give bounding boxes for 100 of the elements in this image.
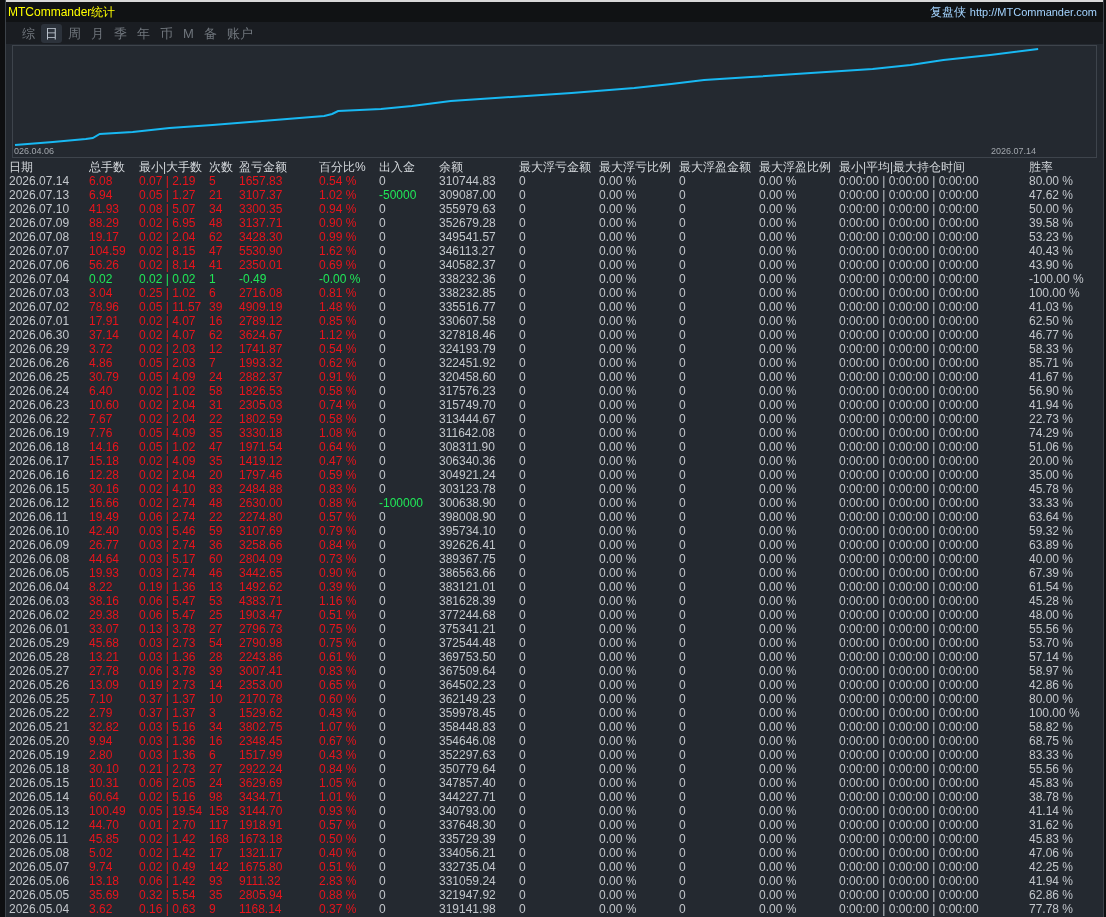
table-cell-text: 0 — [679, 874, 687, 888]
table-cell-text: 0 — [679, 314, 687, 328]
table-cell-text: 2026.06.19 — [9, 426, 71, 440]
tab[interactable]: 综 — [18, 23, 39, 43]
table-cell-text: 375341.21 — [439, 622, 497, 636]
table-cell-text: 0.00 % — [599, 454, 638, 468]
table-cell-text: 0 — [679, 440, 687, 454]
table-cell-text: 0:00:00 | 0:00:00 | 0:00:00 — [839, 272, 980, 286]
table-cell-text: 0:00:00 | 0:00:00 | 0:00:00 — [839, 202, 980, 216]
table-cell-text: 315749.70 — [439, 398, 497, 412]
table-cell-text: 33.33 % — [1029, 496, 1075, 510]
table-cell-text: 319141.98 — [439, 902, 497, 916]
table-cell-text: 16 — [209, 734, 224, 748]
table-cell-text: 0.00 % — [599, 608, 638, 622]
table-cell-text: 29.38 — [89, 608, 121, 622]
table-cell-text: -0.00 % — [319, 272, 362, 286]
table-cell-text: 0 — [519, 748, 527, 762]
tab[interactable]: 币 — [156, 23, 177, 43]
table-cell-text: 0 — [379, 524, 387, 538]
table-cell-text: 2026.06.25 — [9, 370, 71, 384]
website-link[interactable]: http://MTCommander.com — [969, 6, 1097, 18]
table-cell-text: 3330.18 — [239, 426, 284, 440]
tab[interactable]: 季 — [110, 23, 131, 43]
table-cell-text: 33.07 — [89, 622, 121, 636]
table-cell-text: 0:00:00 | 0:00:00 | 0:00:00 — [839, 706, 980, 720]
table-cell-text: 2.80 — [89, 748, 114, 762]
table-cell-text: 340582.37 — [439, 258, 497, 272]
table-cell-text: 39.58 % — [1029, 216, 1075, 230]
table-cell-text: 358448.83 — [439, 720, 497, 734]
table-cell-text: 0 — [519, 216, 527, 230]
table-cell-text: 0:00:00 | 0:00:00 | 0:00:00 — [839, 314, 980, 328]
table-cell-text: 0.00 % — [599, 216, 638, 230]
table-cell-text: 61.54 % — [1029, 580, 1075, 594]
table-cell-text: 47.62 % — [1029, 188, 1075, 202]
table-cell-text: 0 — [519, 888, 527, 902]
table-cell-text: 0:00:00 | 0:00:00 | 0:00:00 — [839, 286, 980, 300]
table-cell-text: 0.00 % — [599, 258, 638, 272]
table-cell-text: 10 — [209, 692, 224, 706]
table-cell-text: 0.00 % — [759, 398, 798, 412]
table-cell-text: 9111.32 — [239, 874, 282, 888]
table-cell-text: 0:00:00 | 0:00:00 | 0:00:00 — [839, 552, 980, 566]
table-cell-text: 14 — [209, 678, 224, 692]
table-cell-text: 330607.58 — [439, 314, 497, 328]
tab[interactable]: 备 — [199, 23, 221, 43]
table-cell-text: 0.39 % — [319, 580, 358, 594]
table-cell-text: 0.02 | 2.04 — [139, 398, 197, 412]
column-header: 胜率 — [1029, 160, 1054, 174]
tab[interactable]: 月 — [87, 23, 108, 43]
table-cell-text: 0 — [519, 370, 527, 384]
table-cell-text: 0 — [679, 538, 687, 552]
table-cell-text: 83 — [209, 482, 224, 496]
table-cell-text: 0.00 % — [599, 202, 638, 216]
table-cell-text: 381628.39 — [439, 594, 497, 608]
table-cell-text: 2026.05.06 — [9, 874, 71, 888]
table-cell-text: 9.74 — [89, 860, 114, 874]
table-cell-text: 0.00 % — [759, 356, 798, 370]
table-cell-text: 0.88 % — [319, 888, 358, 902]
table-cell-text: 83.33 % — [1029, 748, 1075, 762]
table-cell-text: 2026.05.26 — [9, 678, 71, 692]
table-cell-text: 0 — [519, 440, 527, 454]
table-cell-text: 0 — [679, 552, 687, 566]
tab[interactable]: M — [179, 23, 198, 43]
table-cell-text: 0.74 % — [319, 398, 358, 412]
table-cell-text: 1802.59 — [239, 412, 284, 426]
table-cell-text: 2026.06.29 — [9, 342, 71, 356]
table-cell-text: 0 — [679, 216, 687, 230]
tab[interactable]: 周 — [64, 23, 85, 43]
table-cell-text: 0 — [519, 622, 527, 636]
table-cell-text: 56.90 % — [1029, 384, 1075, 398]
table-cell-text: 34 — [209, 720, 224, 734]
table-cell-text: 0 — [519, 608, 527, 622]
tab[interactable]: 账户 — [222, 23, 257, 43]
table-cell-text: 0 — [679, 328, 687, 342]
table-cell-text: 0:00:00 | 0:00:00 | 0:00:00 — [839, 804, 980, 818]
table-cell-text: 0 — [379, 174, 387, 188]
table-cell-text: 0.84 % — [319, 762, 358, 776]
tab[interactable]: 日 — [41, 23, 62, 43]
table-cell-text: 0:00:00 | 0:00:00 | 0:00:00 — [839, 468, 980, 482]
table-cell-text: 0 — [379, 202, 387, 216]
table-cell-text: 0 — [379, 342, 387, 356]
table-cell-text: 0.84 % — [319, 538, 358, 552]
table-cell-text: 0.00 % — [599, 804, 638, 818]
table-cell-text: 0 — [519, 412, 527, 426]
table-cell-text: 22 — [209, 510, 224, 524]
table-cell-text: 0.00 % — [759, 552, 798, 566]
column-header: 出入金 — [379, 160, 416, 174]
table-cell-text: 2348.45 — [239, 734, 284, 748]
table-cell-text: 308311.90 — [439, 440, 496, 454]
table-cell-text: 16 — [209, 314, 224, 328]
table-cell-text: 0 — [679, 580, 687, 594]
table-cell-text: 0.00 % — [759, 468, 798, 482]
table-cell-text: 0.00 % — [599, 706, 638, 720]
table-cell-text: 0.00 % — [759, 524, 798, 538]
table-cell-text: 2026.06.15 — [9, 482, 71, 496]
table-cell-text: 21 — [209, 188, 224, 202]
table-cell-text: 0 — [679, 720, 687, 734]
table-cell-text: 6.08 — [89, 174, 114, 188]
table-cell-text: 0 — [519, 202, 527, 216]
table-cell-text: -0.49 — [239, 272, 268, 286]
tab[interactable]: 年 — [133, 23, 154, 43]
